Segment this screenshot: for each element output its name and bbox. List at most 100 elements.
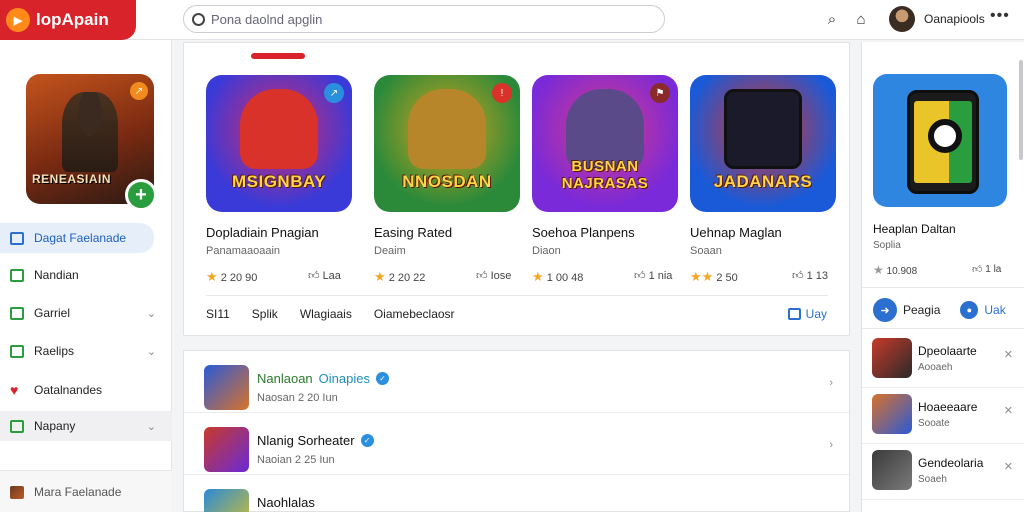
- sidebar-item-napany[interactable]: Napany ⌄: [0, 411, 172, 441]
- game-likes[interactable]: 👍︎ Laa: [308, 269, 341, 282]
- list-item[interactable]: Nlanig Sorheater ✓ Naoian 2 25 Iun ›: [184, 413, 849, 475]
- tab-wlagiaais[interactable]: Wlagiaais: [300, 307, 352, 321]
- grid-icon: [10, 419, 24, 433]
- game-card[interactable]: ! NNOSDAN Easing Rated Deaim ★ 2 20 22 👍…: [374, 75, 520, 284]
- chevron-right-icon[interactable]: ›: [829, 439, 833, 451]
- info-icon[interactable]: ●: [960, 301, 979, 319]
- bell-icon[interactable]: ⌂: [852, 10, 870, 28]
- add-button[interactable]: +: [125, 179, 157, 211]
- app-actions: ➜ Peagia ● Uak: [873, 298, 1006, 322]
- list-item-title-main: Naohlalas: [257, 495, 315, 510]
- sidebar-item-oatalnandes[interactable]: ♥ Oatalnandes: [0, 375, 172, 405]
- game-thumbnail[interactable]: JADANARS: [690, 75, 836, 212]
- scrollbar[interactable]: [1019, 60, 1023, 160]
- top-bar: ▶ lopApain ⌕ ⌂ Oanapiools •••: [0, 0, 1024, 40]
- sidebar-item-raelips[interactable]: Raelips ⌄: [0, 336, 172, 366]
- list-item-title: Dpeolaarte: [918, 344, 977, 358]
- game-art-title: MSIGNBAY: [231, 172, 327, 191]
- game-thumbnail: [204, 489, 249, 512]
- game-card[interactable]: ↗ MSIGNBAY Dopladiain Pnagian Panamaaoaa…: [206, 75, 352, 284]
- list-item-meta: Soaeh: [918, 474, 947, 485]
- view-more-link[interactable]: Uay: [787, 307, 827, 321]
- more-menu-icon[interactable]: •••: [990, 7, 1010, 25]
- rating-value: 2 20 90: [220, 272, 258, 284]
- game-likes[interactable]: 👍︎ 1 13: [792, 269, 828, 282]
- star-icon: ★: [532, 269, 544, 284]
- verified-icon: ✓: [360, 434, 374, 447]
- game-likes[interactable]: 👍︎ 1 nia: [634, 269, 672, 282]
- list-item-title-main: Nlanig Sorheater: [257, 433, 355, 448]
- search-input[interactable]: [211, 11, 651, 27]
- list-item[interactable]: Dpeolaarte Aooaeh ✕: [862, 332, 1024, 388]
- tab-splik[interactable]: Splik: [252, 307, 278, 321]
- game-thumbnail[interactable]: ↗ MSIGNBAY: [206, 75, 352, 212]
- likes-value: Laa: [322, 270, 341, 282]
- sidebar-item-nandian[interactable]: Nandian: [0, 260, 172, 290]
- game-thumbnail: [872, 394, 912, 434]
- game-name[interactable]: Uehnap Maglan: [690, 225, 782, 240]
- sidebar-item-dagat[interactable]: Dagat Faelanade: [0, 223, 154, 253]
- divider: [206, 295, 828, 296]
- game-card[interactable]: JADANARS Uehnap Maglan Soaan ★★ 2 50 👍︎ …: [690, 75, 836, 284]
- close-icon[interactable]: ✕: [1004, 348, 1013, 361]
- list-item[interactable]: Nanlaoan Oinapies ✓ Naosan 2 20 Iun ›: [184, 351, 849, 413]
- list-item[interactable]: Gendeolaria Soaeh ✕: [862, 444, 1024, 500]
- tab-si11[interactable]: SI11: [206, 307, 230, 321]
- game-subtitle: Diaon: [532, 245, 561, 257]
- star-icon: ★: [206, 269, 218, 284]
- star-icon: ★: [873, 263, 884, 277]
- close-icon[interactable]: ✕: [1004, 460, 1013, 473]
- chevron-down-icon[interactable]: ⌄: [147, 420, 156, 433]
- action-uak[interactable]: Uak: [984, 303, 1005, 317]
- game-subtitle: Deaim: [374, 245, 406, 257]
- username[interactable]: Oanapiools: [924, 12, 985, 26]
- avatar[interactable]: [889, 6, 915, 32]
- sidebar-item-label: Nandian: [34, 268, 79, 282]
- list-item[interactable]: Hoaeeaare Sooate ✕: [862, 388, 1024, 444]
- game-thumbnail: [204, 365, 249, 410]
- app-thumbnail[interactable]: [873, 74, 1007, 207]
- sidebar-item-label: Garriel: [34, 306, 71, 320]
- close-icon[interactable]: ✕: [1004, 404, 1013, 417]
- sidebar-item-mara[interactable]: Mara Faelanade: [0, 477, 172, 507]
- grid-icon: [10, 344, 24, 358]
- list-item-title-main: Nanlaoan: [257, 371, 313, 386]
- list-item-title: Nlanig Sorheater ✓: [257, 433, 374, 448]
- share-icon[interactable]: ➜: [873, 298, 897, 322]
- view-more-label: Uay: [805, 307, 827, 321]
- chevron-down-icon[interactable]: ⌄: [147, 307, 156, 320]
- chevron-right-icon[interactable]: ›: [829, 377, 833, 389]
- divider: [862, 328, 1024, 329]
- grid-icon: [10, 231, 24, 245]
- game-thumbnail: [872, 338, 912, 378]
- rating-value: 2 50: [716, 272, 738, 284]
- game-name[interactable]: Easing Rated: [374, 225, 452, 240]
- game-likes[interactable]: 👍︎ Iose: [476, 269, 511, 282]
- game-name[interactable]: Dopladiain Pnagian: [206, 225, 319, 240]
- character-art: [240, 89, 318, 169]
- sidebar-item-garriel[interactable]: Garriel ⌄: [0, 298, 172, 328]
- star-icon: ★★: [690, 269, 714, 284]
- game-card[interactable]: ⚑ BUSNAN NAJRASAS Soehoa Planpens Diaon …: [532, 75, 678, 284]
- warning-icon: !: [492, 83, 512, 103]
- game-thumbnail[interactable]: ⚑ BUSNAN NAJRASAS: [532, 75, 678, 212]
- list-item[interactable]: Naohlalas: [184, 475, 849, 512]
- game-rating: ★ 2 20 90: [206, 269, 257, 285]
- divider: [862, 287, 1024, 288]
- app-logo[interactable]: ▶ lopApain: [0, 0, 136, 40]
- game-name[interactable]: Soehoa Planpens: [532, 225, 635, 240]
- chevron-down-icon[interactable]: ⌄: [147, 345, 156, 358]
- ring-icon: [928, 119, 962, 153]
- play-icon: ▶: [6, 8, 30, 32]
- tab-oiamebeclaosr[interactable]: Oiamebeclaosr: [374, 307, 455, 321]
- app-likes[interactable]: 👍︎ 1 la: [972, 263, 1001, 275]
- search-bar[interactable]: [183, 5, 665, 33]
- game-subtitle: Panamaaoaain: [206, 245, 281, 257]
- sidebar-item-label: Mara Faelanade: [34, 485, 122, 499]
- action-peagia[interactable]: Peagia: [903, 303, 940, 317]
- search-icon[interactable]: ⌕: [823, 10, 841, 28]
- phone-icon: [907, 90, 979, 194]
- character-art: [62, 92, 118, 172]
- game-thumbnail[interactable]: ! NNOSDAN: [374, 75, 520, 212]
- app-name[interactable]: Heaplan Daltan: [873, 222, 956, 236]
